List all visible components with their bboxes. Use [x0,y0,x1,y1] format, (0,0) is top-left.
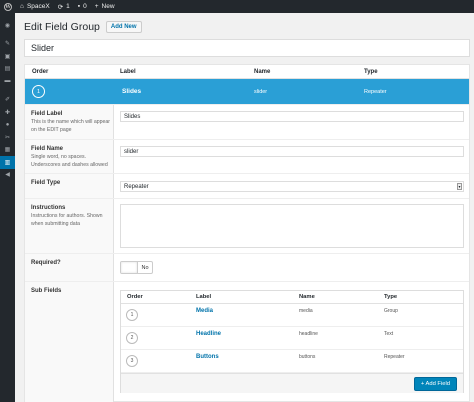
setting-field-type: Field Type Repeater ▾ [25,173,469,198]
column-name: Name [299,294,315,300]
setting-description: Single word, no spaces. Underscores and … [31,154,108,168]
setting-field-label: Field Label This is the name which will … [25,104,469,139]
field-name-input[interactable]: slider [120,146,464,157]
appearance-icon[interactable]: ✐ [0,94,15,107]
sub-fields-header: Order Label Name Type [121,291,463,304]
setting-title: Instructions [31,205,66,211]
sub-field-type: Repeater [384,354,405,360]
order-badge[interactable]: 3 [126,355,138,367]
field-label-link[interactable]: Slides [122,88,141,95]
field-type-select[interactable]: Repeater ▾ [120,181,464,192]
pin-icon[interactable]: ✎ [0,38,15,51]
fields-table-header: Order Label Name Type [25,65,469,79]
setting-field-name: Field Name Single word, no spaces. Under… [25,139,469,173]
field-settings: Field Label This is the name which will … [25,104,469,402]
setting-title: Sub Fields [31,288,62,294]
page-title: Edit Field Group [24,21,100,33]
home-icon: ⌂ [20,3,24,10]
settings-icon[interactable]: ▦ [0,144,15,157]
comments-icon[interactable]: ▬ [0,75,15,88]
admin-bar: W ⌂ SpaceX ⟳ 1 ▪ 0 + New [0,0,474,13]
collapse-icon[interactable]: ◀ [0,169,15,182]
field-label-input[interactable]: Slides [120,111,464,122]
order-badge[interactable]: 1 [126,309,138,321]
media-icon[interactable]: ▣ [0,50,15,63]
admin-sidebar: ◉ ✎ ▣ ▤ ▬ ✐ ✚ ● ✂ ▦ ▥ ◀ [0,13,15,402]
updates-link[interactable]: ⟳ 1 [54,0,74,13]
sub-field-type: Group [384,308,398,314]
chevron-down-icon: ▾ [457,183,462,190]
wordpress-logo-icon[interactable]: W [0,0,16,13]
setting-required: Required? No [25,253,469,281]
add-field-button[interactable]: + Add Field [413,377,457,391]
site-name-label: SpaceX [26,3,50,10]
toggle-knob [121,262,138,273]
dashboard-icon[interactable]: ◉ [0,19,15,32]
comments-count: 0 [83,3,87,10]
required-toggle[interactable]: No [120,261,153,274]
setting-title: Field Label [31,111,63,117]
sub-field-label-link[interactable]: Media [196,308,213,314]
toggle-value: No [141,264,149,271]
sub-field-name: media [299,308,313,314]
column-order: Order [32,68,49,75]
pages-icon[interactable]: ▤ [0,63,15,76]
column-label: Label [196,294,212,300]
updates-count: 1 [66,3,70,10]
sub-field-label-link[interactable]: Headline [196,331,221,337]
setting-sub-fields: Sub Fields Order Label Name Type 1 Media… [25,281,469,402]
updates-icon: ⟳ [57,3,64,11]
sub-field-name: headline [299,331,318,337]
column-name: Name [254,68,271,75]
column-type: Type [364,68,378,75]
setting-description: This is the name which will appear on th… [31,119,111,133]
site-name-link[interactable]: ⌂ SpaceX [16,0,54,13]
plugins-icon[interactable]: ✚ [0,106,15,119]
column-label: Label [120,68,136,75]
sub-field-label-link[interactable]: Buttons [196,354,219,360]
sub-field-row[interactable]: 1 Media media Group [121,304,463,327]
field-type-value: Repeater [364,89,387,95]
plus-icon: + [94,3,99,10]
users-icon[interactable]: ● [0,119,15,132]
field-name-value: slider [254,89,268,95]
fields-icon[interactable]: ▥ [0,156,15,169]
sub-field-row[interactable]: 2 Headline headline Text [121,327,463,350]
instructions-textarea[interactable] [120,204,464,248]
new-label: New [101,3,115,10]
field-row-active[interactable]: 1 Slides slider Repeater [25,79,469,104]
add-new-button[interactable]: Add New [105,21,142,33]
sub-fields-footer: + Add Field [121,373,463,393]
comments-link[interactable]: ▪ 0 [74,0,91,13]
fields-panel: Order Label Name Type 1 Slides slider Re… [24,64,470,402]
column-type: Type [384,294,398,300]
sub-field-type: Text [384,331,394,337]
field-type-selected: Repeater [124,183,149,190]
tools-icon[interactable]: ✂ [0,131,15,144]
setting-title: Field Name [31,146,64,152]
setting-title: Required? [31,260,61,266]
setting-description: Instructions for authors. Shown when sub… [31,213,103,227]
comment-icon: ▪ [77,3,81,10]
new-content-link[interactable]: + New [91,0,119,13]
sub-field-name: buttons [299,354,316,360]
group-title-input[interactable]: Slider [24,39,470,57]
setting-title: Field Type [31,180,61,186]
column-order: Order [127,294,143,300]
setting-instructions: Instructions Instructions for authors. S… [25,198,469,253]
sub-field-row[interactable]: 3 Buttons buttons Repeater [121,350,463,373]
order-badge[interactable]: 1 [32,85,45,98]
order-badge[interactable]: 2 [126,332,138,344]
sub-fields-table: Order Label Name Type 1 Media media Grou… [120,290,464,393]
